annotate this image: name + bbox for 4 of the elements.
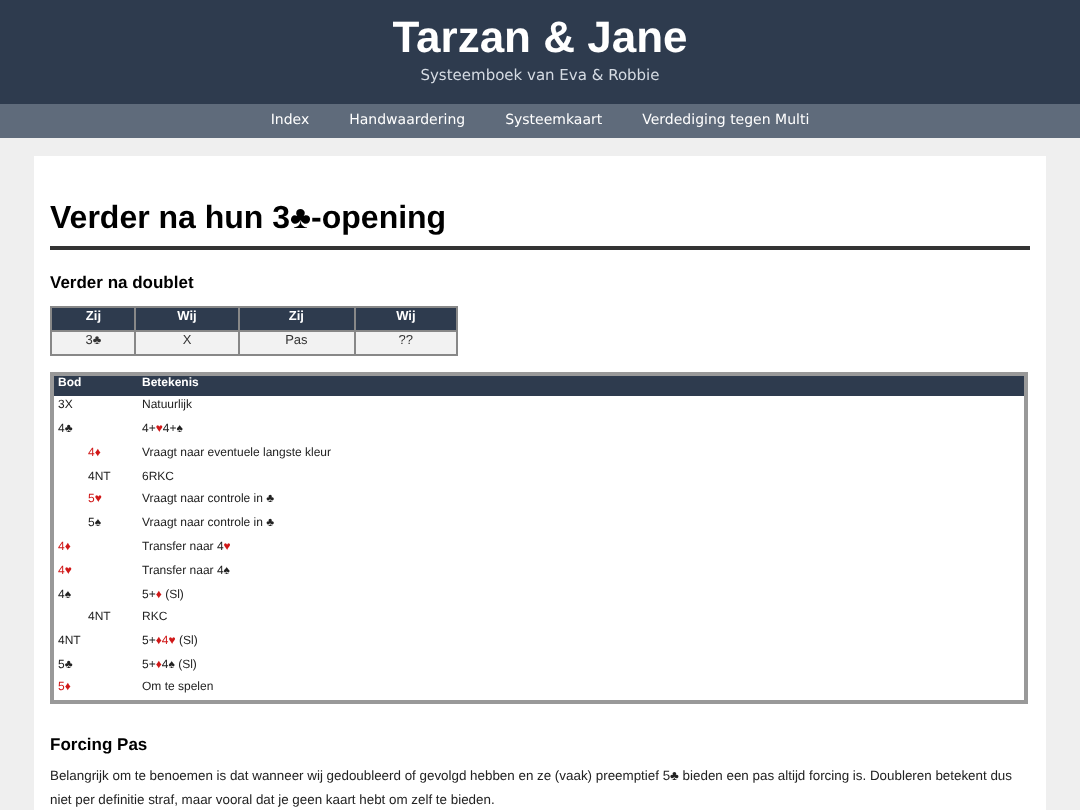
page-heading: Verder na hun 3♣-opening xyxy=(50,200,1030,250)
site-title: Tarzan & Jane xyxy=(392,12,688,64)
section-heading: Forcing Pas xyxy=(50,732,150,758)
section-heading: Verder na doublet xyxy=(50,270,196,296)
